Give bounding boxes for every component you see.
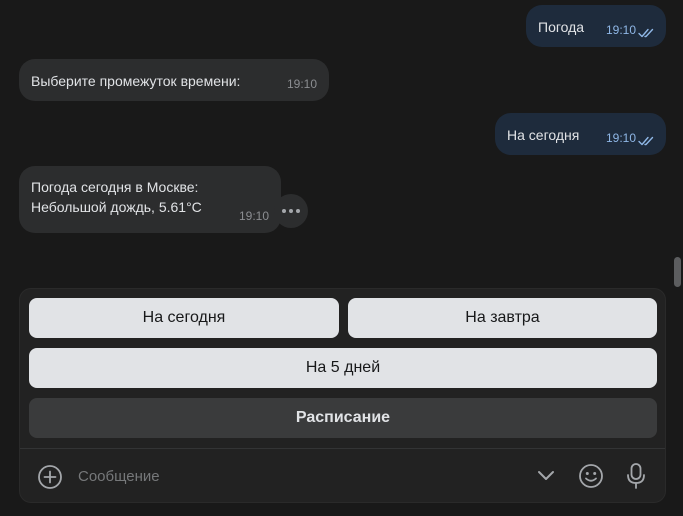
chevron-down-icon[interactable] — [536, 468, 556, 482]
dot — [296, 209, 300, 213]
keyboard-button-tomorrow[interactable]: На завтра — [348, 298, 657, 338]
message-input[interactable] — [78, 464, 518, 488]
chat-window: Погода 19:10 Выберите промежуток времени… — [0, 0, 683, 516]
double-check-icon — [638, 28, 654, 38]
dot — [282, 209, 286, 213]
smile-icon[interactable] — [578, 463, 604, 489]
scrollbar-thumb[interactable] — [674, 257, 681, 287]
message-text-line: Небольшой дождь, 5.61°C — [31, 199, 202, 215]
keyboard-button-schedule[interactable]: Расписание — [29, 398, 657, 438]
more-dots-icon[interactable] — [274, 194, 308, 228]
message-time: 19:10 — [238, 209, 269, 223]
composer-panel: На сегодня На завтра На 5 дней Расписани… — [19, 288, 666, 503]
message-text: Погода — [538, 19, 585, 35]
plus-circle-icon[interactable] — [37, 464, 63, 490]
message-incoming[interactable]: Погода сегодня в Москве: Небольшой дождь… — [19, 166, 281, 233]
message-time: 19:10 — [605, 131, 636, 145]
dot — [289, 209, 293, 213]
message-input-row — [20, 449, 665, 503]
message-text-line: Погода сегодня в Москве: — [31, 179, 199, 195]
keyboard-button-5-days[interactable]: На 5 дней — [29, 348, 657, 388]
message-time: 19:10 — [605, 23, 636, 37]
microphone-icon[interactable] — [625, 462, 647, 490]
double-check-icon — [638, 136, 654, 146]
keyboard-button-today[interactable]: На сегодня — [29, 298, 339, 338]
message-text: На сегодня — [507, 127, 580, 143]
message-outgoing[interactable]: Погода 19:10 — [526, 5, 666, 47]
message-outgoing[interactable]: На сегодня 19:10 — [495, 113, 666, 155]
message-incoming[interactable]: Выберите промежуток времени: 19:10 — [19, 59, 329, 101]
message-time: 19:10 — [286, 77, 317, 91]
message-text: Выберите промежуток времени: — [31, 73, 241, 89]
